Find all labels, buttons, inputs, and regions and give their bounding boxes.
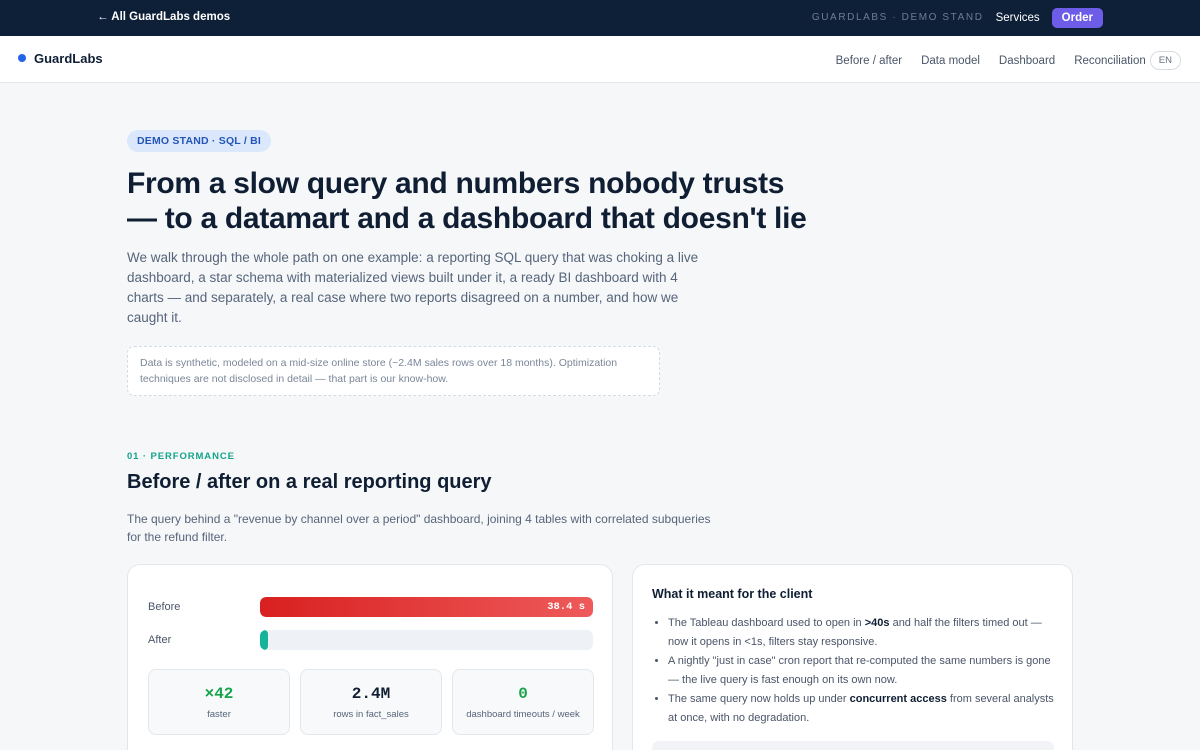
brand-dot-icon — [18, 54, 26, 62]
nav-link-dashboard[interactable]: Dashboard — [999, 55, 1055, 67]
main-navbar: GuardLabs Before / after Data model Dash… — [0, 36, 1200, 83]
services-link[interactable]: Services — [996, 12, 1040, 24]
list-item-text: The Tableau dashboard used to open in — [668, 617, 865, 629]
back-to-demos-link[interactable]: ← All GuardLabs demos — [97, 11, 230, 23]
synthetic-data-note: Data is synthetic, modeled on a mid-size… — [127, 346, 660, 396]
hero-lead-text: We walk through the whole path on one ex… — [127, 250, 699, 325]
stat-value: 0 — [518, 685, 528, 703]
client-card-footer-block — [652, 741, 1054, 750]
list-item: The same query now holds up under concur… — [668, 690, 1058, 728]
page-title-line-1: From a slow query and numbers nobody tru… — [127, 167, 785, 200]
list-item: The Tableau dashboard used to open in >4… — [668, 614, 1058, 652]
section-kicker: 01 · PERFORMANCE — [127, 451, 235, 462]
topbar-right-group: GUARDLABS · DEMO STAND Services Order — [812, 7, 1103, 28]
stat-value: ×42 — [204, 685, 234, 703]
performance-card: Before 38.4 s After ×42 faster 2.4M rows… — [127, 564, 613, 750]
client-card-title: What it meant for the client — [652, 587, 813, 601]
page-title: From a slow query and numbers nobody tru… — [127, 166, 847, 236]
stat-caption: dashboard timeouts / week — [466, 709, 580, 720]
stat-card-speedup: ×42 faster — [148, 669, 290, 735]
after-bar-track — [260, 630, 593, 650]
nav-link-data-model[interactable]: Data model — [921, 55, 980, 67]
stat-caption: rows in fact_sales — [333, 709, 409, 720]
stat-card-timeouts: 0 dashboard timeouts / week — [452, 669, 594, 735]
after-bar-fill — [260, 630, 268, 650]
section-title: Before / after on a real reporting query — [127, 471, 492, 493]
hero-badge: DEMO STAND · SQL / BI — [127, 130, 271, 152]
order-button[interactable]: Order — [1051, 7, 1103, 28]
list-item-text: A nightly "just in case" cron report tha… — [668, 655, 1051, 686]
top-bar: ← All GuardLabs demos GUARDLABS · DEMO S… — [0, 0, 1200, 36]
list-item: A nightly "just in case" cron report tha… — [668, 652, 1058, 690]
before-bar-value: 38.4 s — [547, 601, 585, 613]
section-description: The query behind a "revenue by channel o… — [127, 512, 711, 544]
page-title-line-2: — to a datamart and a dashboard that doe… — [127, 202, 807, 235]
stat-value: 2.4M — [351, 685, 391, 703]
stat-caption: faster — [207, 709, 231, 720]
after-label: After — [148, 634, 172, 646]
client-impact-card: What it meant for the client The Tableau… — [632, 564, 1073, 750]
before-bar-fill: 38.4 s — [260, 597, 593, 617]
list-item-emphasis: concurrent access — [849, 693, 947, 705]
before-bar-track: 38.4 s — [260, 597, 593, 617]
before-label: Before — [148, 601, 181, 613]
list-item-text: The same query now holds up under — [668, 693, 850, 705]
client-impact-list: The Tableau dashboard used to open in >4… — [668, 614, 1058, 728]
nav-link-before-after[interactable]: Before / after — [836, 55, 902, 67]
stat-card-rows: 2.4M rows in fact_sales — [300, 669, 442, 735]
nav-link-reconciliation[interactable]: Reconciliation — [1074, 55, 1146, 67]
demo-stand-label: GUARDLABS · DEMO STAND — [811, 12, 984, 23]
brand-logo[interactable]: GuardLabs — [34, 51, 103, 66]
language-switch-button[interactable]: EN — [1149, 51, 1181, 70]
nav-links: Before / after Data model Dashboard Reco… — [817, 51, 1181, 70]
list-item-emphasis: >40s — [864, 617, 890, 629]
